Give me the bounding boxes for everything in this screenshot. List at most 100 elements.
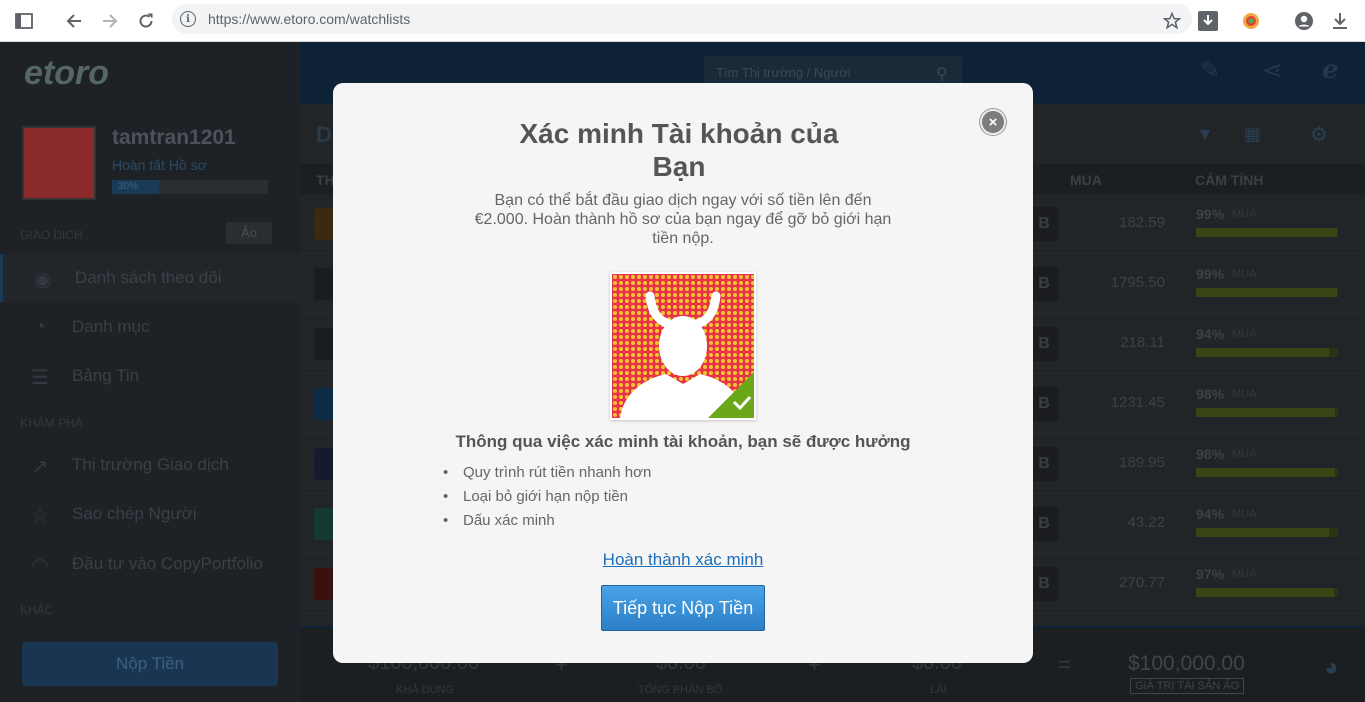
sentiment-bar <box>1196 288 1338 297</box>
complete-profile-link[interactable]: Hoàn tất Hồ sơ <box>112 157 207 173</box>
sidebar-deposit-button[interactable]: Nộp Tiền <box>22 642 278 686</box>
address-bar[interactable]: i https://www.etoro.com/watchlists <box>172 4 1192 34</box>
benefits-list: Quy trình rút tiền nhanh hơn Loại bỏ giớ… <box>443 461 651 533</box>
sentiment-bar <box>1196 588 1338 597</box>
list-item: Quy trình rút tiền nhanh hơn <box>443 461 651 485</box>
buy-price[interactable]: 218.11 <box>1120 334 1165 351</box>
buy-price[interactable]: 43.22 <box>1127 514 1165 531</box>
sentiment-bar-fill <box>1196 288 1337 297</box>
sidebar-item-markets[interactable]: ↗ Thị trường Giao dịch <box>0 441 300 489</box>
close-icon[interactable]: × <box>980 109 1006 135</box>
back-icon[interactable] <box>60 7 88 35</box>
profile-progress: 30% <box>112 180 268 194</box>
sidebar-item-portfolio[interactable]: ◔ Danh mục <box>0 303 300 351</box>
sentiment-label: MUA <box>1232 388 1257 400</box>
buy-button[interactable]: B <box>1030 267 1058 301</box>
sentiment-bar-fill <box>1196 588 1334 597</box>
buy-button[interactable]: B <box>1030 507 1058 541</box>
sentiment-bar <box>1196 528 1338 537</box>
search-icon[interactable]: ⚲ <box>936 64 948 84</box>
sentiment-percent: 99% <box>1196 266 1225 282</box>
browser-toolbar: i https://www.etoro.com/watchlists <box>0 0 1365 42</box>
buy-button[interactable]: B <box>1030 387 1058 421</box>
page-title: D <box>316 122 332 147</box>
section-label-trading: GIAO DỊCH <box>20 228 83 242</box>
sentiment-bar <box>1196 468 1338 477</box>
avatar[interactable] <box>22 126 96 200</box>
column-sentiment: CẢM TÍNH <box>1195 172 1264 188</box>
sidebar-item-copyportfolio[interactable]: ◠ Đầu tư vào CopyPortfolio <box>0 540 300 588</box>
sentiment-percent: 98% <box>1196 446 1225 462</box>
buy-price[interactable]: 182.59 <box>1119 214 1165 231</box>
account-icon[interactable] <box>1290 7 1318 35</box>
continue-deposit-button[interactable]: Tiếp tục Nộp Tiền <box>601 585 765 631</box>
eye-icon: ◉ <box>34 269 52 291</box>
forward-icon[interactable] <box>96 7 124 35</box>
share-icon[interactable]: ⋖ <box>1262 56 1282 85</box>
virtual-mode-toggle[interactable]: Ảo <box>226 222 272 244</box>
settings-icon[interactable]: ⚙ <box>1310 122 1328 147</box>
info-icon[interactable]: i <box>180 11 196 27</box>
verify-account-modal: × Xác minh Tài khoản của Bạn Bạn có thể … <box>333 83 1033 663</box>
username[interactable]: tamtran1201 <box>112 126 236 150</box>
modal-title: Xác minh Tài khoản của Bạn <box>519 118 839 182</box>
sidebar: etoro tamtran1201 Hoàn tất Hồ sơ 30% GIA… <box>0 42 300 702</box>
benefits-title: Thông qua việc xác minh tài khoản, bạn s… <box>455 432 911 451</box>
modal-subtitle: Bạn có thể bắt đầu giao dịch ngay với số… <box>474 192 892 247</box>
star-icon: ☆ <box>31 505 49 527</box>
sidebar-item-news[interactable]: ☰ Bảng Tin <box>0 352 300 400</box>
reload-icon[interactable] <box>132 7 160 35</box>
url-text: https://www.etoro.com/watchlists <box>208 11 411 27</box>
filter-icon[interactable]: ▼ <box>1196 124 1214 145</box>
sentiment-bar <box>1196 348 1338 357</box>
sentiment-label: MUA <box>1232 208 1257 220</box>
sentiment-bar <box>1196 228 1338 237</box>
section-label-explore: KHÁM PHÁ <box>20 416 83 430</box>
sidebar-item-copy-people[interactable]: ☆ Sao chép Người <box>0 490 300 538</box>
portfolio-icon: ◠ <box>31 555 49 577</box>
buy-button[interactable]: B <box>1030 447 1058 481</box>
download-extension-icon[interactable] <box>1194 7 1222 35</box>
buy-button[interactable]: B <box>1030 207 1058 241</box>
sentiment-percent: 98% <box>1196 386 1225 402</box>
buy-price[interactable]: 1795.50 <box>1111 274 1165 291</box>
sentiment-bar <box>1196 408 1338 417</box>
buy-price[interactable]: 1231.45 <box>1111 394 1165 411</box>
sentiment-label: MUA <box>1232 448 1257 460</box>
downloads-icon[interactable] <box>1326 7 1354 35</box>
sentiment-bar-fill <box>1196 528 1330 537</box>
grid-view-icon[interactable]: ▦ <box>1244 124 1261 145</box>
buy-button[interactable]: B <box>1030 567 1058 601</box>
section-label-other: KHÁC <box>20 603 54 617</box>
sentiment-label: MUA <box>1232 508 1257 520</box>
etoro-logo[interactable]: etoro <box>24 54 109 93</box>
verified-avatar-image <box>610 272 756 420</box>
equals-icon: = <box>1058 652 1071 677</box>
sentiment-label: MUA <box>1232 568 1257 580</box>
available-label: KHẢ DỤNG <box>396 684 455 696</box>
sentiment-label: MUA <box>1232 268 1257 280</box>
trend-icon: ↗ <box>31 456 49 478</box>
list-item: Loại bỏ giới hạn nộp tiền <box>443 485 651 509</box>
sentiment-bar-fill <box>1196 348 1330 357</box>
star-icon[interactable] <box>1158 7 1186 35</box>
equity-value: $100,000.00 <box>1128 652 1245 675</box>
buy-price[interactable]: 189.95 <box>1119 454 1165 471</box>
buy-price[interactable]: 270.77 <box>1119 574 1165 591</box>
pie-chart-icon[interactable]: ◕ <box>1324 654 1339 682</box>
sentiment-percent: 99% <box>1196 206 1225 222</box>
list-item: Dấu xác minh <box>443 509 651 533</box>
sentiment-percent: 94% <box>1196 326 1225 342</box>
sentiment-bar-fill <box>1196 468 1336 477</box>
extension-icon[interactable] <box>1237 7 1265 35</box>
etoro-e-icon[interactable]: ℯ <box>1322 54 1339 85</box>
complete-verification-link[interactable]: Hoàn thành xác minh <box>333 550 1033 570</box>
sentiment-bar-fill <box>1196 228 1337 237</box>
buy-button[interactable]: B <box>1030 327 1058 361</box>
edit-icon[interactable]: ✎ <box>1200 56 1220 85</box>
news-icon: ☰ <box>31 367 49 389</box>
allocated-label: TỔNG PHÂN BỔ <box>638 684 723 696</box>
sidebar-toggle-icon[interactable] <box>10 7 38 35</box>
pie-chart-icon: ◔ <box>33 316 47 338</box>
sidebar-item-watchlist[interactable]: ◉ Danh sách theo dõi <box>0 254 300 302</box>
